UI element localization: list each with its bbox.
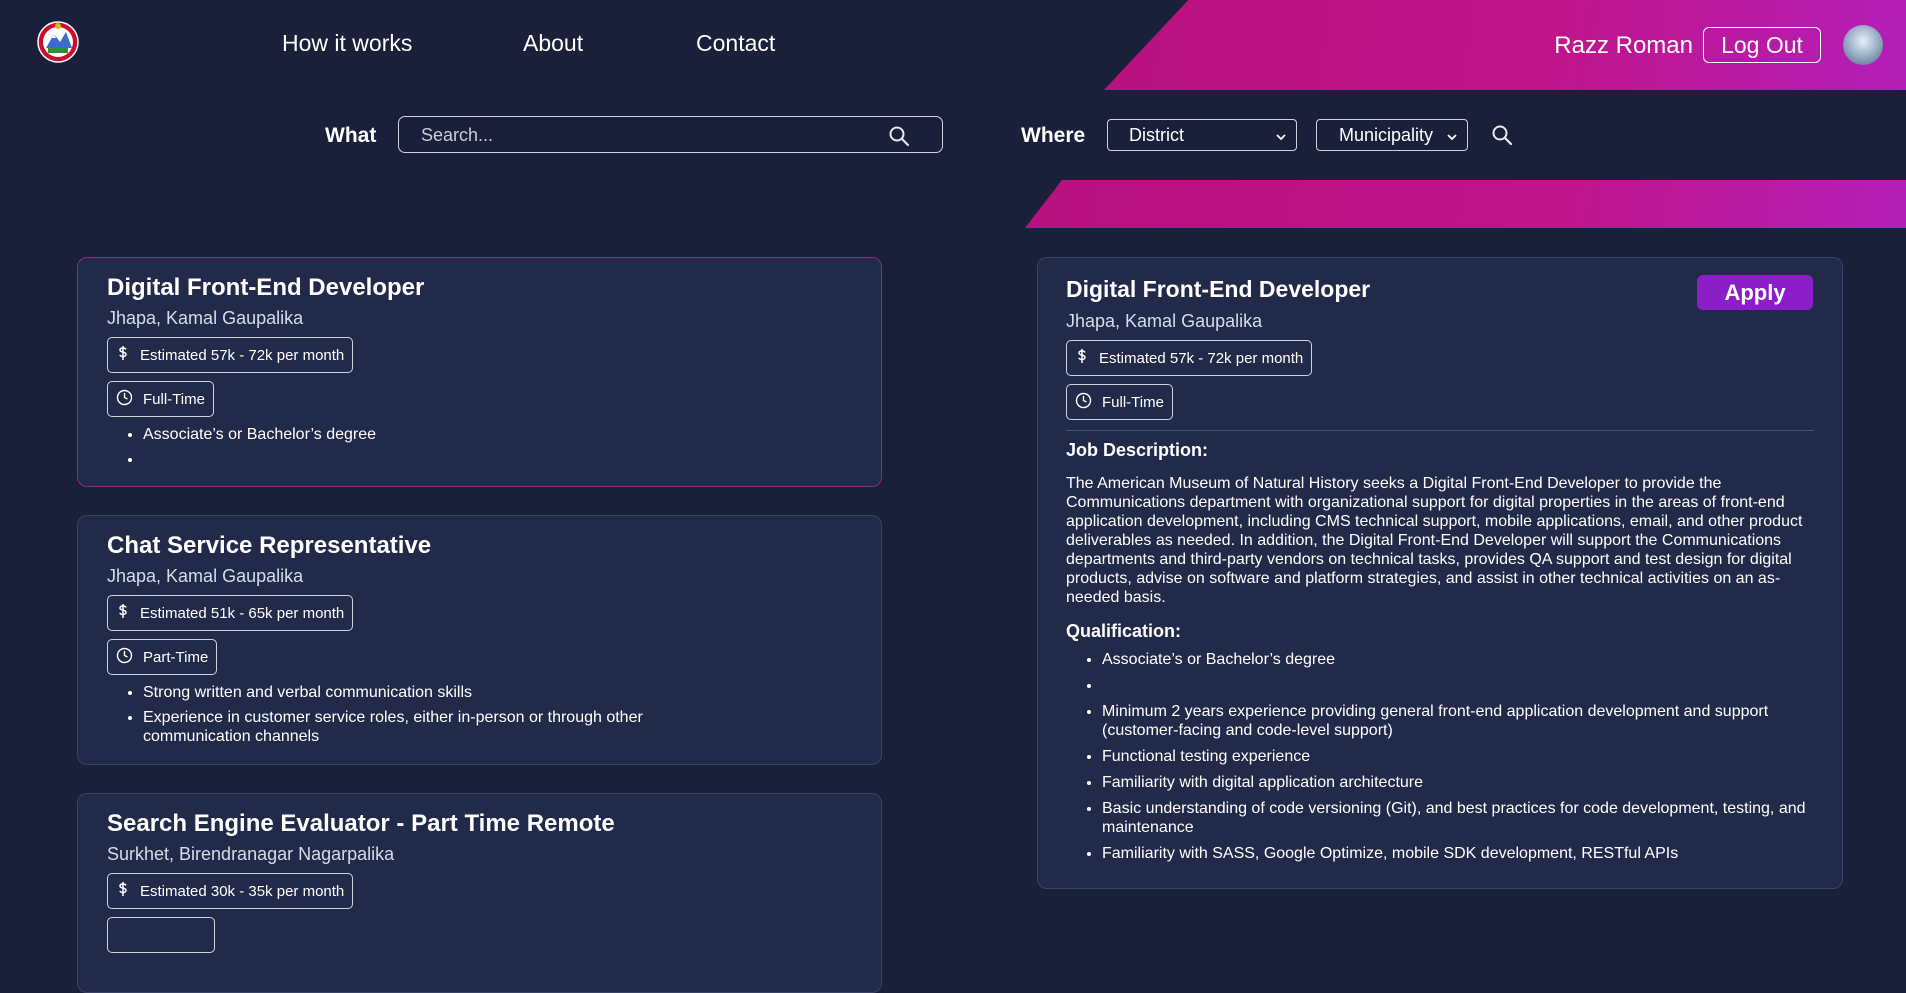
dollar-icon	[116, 345, 130, 365]
job-type-text: Full-Time	[143, 390, 205, 408]
salary-text: Estimated 57k - 72k per month	[140, 346, 345, 364]
job-description-heading: Job Description:	[1066, 440, 1209, 460]
list-item	[143, 450, 852, 469]
where-label: Where	[1021, 124, 1086, 147]
clock-icon	[1075, 392, 1092, 413]
search-box	[398, 116, 943, 154]
salary-tag: Estimated 51k - 65k per month	[107, 595, 354, 631]
qualification-list: Associate’s or Bachelor’s degree	[107, 425, 852, 469]
clock-icon	[116, 647, 133, 668]
chevron-down-icon	[1447, 125, 1457, 146]
job-type-text: Part-Time	[143, 648, 209, 666]
salary-tag: Estimated 30k - 35k per month	[107, 873, 354, 909]
list-item: Experience in customer service roles, ei…	[143, 708, 703, 746]
district-select[interactable]: District	[1107, 119, 1297, 151]
band-decoration	[1025, 180, 1906, 228]
qualification-heading: Qualification:	[1066, 621, 1182, 641]
list-item: Associate’s or Bachelor’s degree	[143, 425, 852, 444]
job-detail-panel: Digital Front-End Developer Apply Jhapa,…	[1037, 257, 1843, 889]
job-location: Surkhet, Birendranagar Nagarpalika	[107, 844, 395, 864]
emblem-logo[interactable]	[36, 18, 80, 66]
list-item: Familiarity with SASS, Google Optimize, …	[1102, 844, 1814, 863]
salary-text: Estimated 51k - 65k per month	[140, 604, 345, 622]
municipality-value: Municipality	[1339, 124, 1434, 145]
job-location: Jhapa, Kamal Gaupalika	[107, 566, 304, 586]
salary-text: Estimated 30k - 35k per month	[140, 882, 345, 900]
list-item: Basic understanding of code versioning (…	[1102, 799, 1814, 837]
municipality-select[interactable]: Municipality	[1316, 119, 1468, 151]
list-item	[1102, 676, 1814, 695]
job-type-tag: Full-Time	[107, 381, 214, 417]
qualification-list: Associate’s or Bachelor’s degree Minimum…	[1066, 650, 1814, 863]
job-title: Search Engine Evaluator - Part Time Remo…	[107, 810, 615, 837]
job-title: Chat Service Representative	[107, 532, 432, 559]
job-description: The American Museum of Natural History s…	[1066, 475, 1803, 606]
detail-location: Jhapa, Kamal Gaupalika	[1066, 311, 1263, 331]
list-item: Familiarity with digital application arc…	[1102, 773, 1814, 792]
salary-tag: Estimated 57k - 72k per month	[1066, 340, 1313, 376]
dollar-icon	[116, 881, 130, 901]
list-item: Associate’s or Bachelor’s degree	[1102, 650, 1814, 669]
dollar-icon	[1075, 348, 1089, 368]
user-name: Razz Roman	[1554, 32, 1693, 59]
job-type-tag	[107, 917, 215, 953]
job-card[interactable]: Digital Front-End Developer Jhapa, Kamal…	[77, 257, 882, 487]
search-input[interactable]	[419, 117, 893, 154]
nav-how-it-works[interactable]: How it works	[282, 30, 412, 57]
job-title: Digital Front-End Developer	[107, 274, 425, 301]
salary-text: Estimated 57k - 72k per month	[1099, 349, 1304, 367]
job-type-tag: Full-Time	[1066, 384, 1173, 420]
clock-icon	[116, 389, 133, 410]
nav-about[interactable]: About	[523, 30, 583, 57]
what-label: What	[325, 124, 377, 147]
divider	[1066, 430, 1814, 431]
dollar-icon	[116, 603, 130, 623]
district-value: District	[1129, 124, 1184, 145]
chevron-down-icon	[1276, 125, 1286, 146]
list-item: Functional testing experience	[1102, 747, 1814, 766]
list-item: Minimum 2 years experience providing gen…	[1102, 702, 1814, 740]
job-card[interactable]: Search Engine Evaluator - Part Time Remo…	[77, 793, 882, 993]
salary-tag: Estimated 57k - 72k per month	[107, 337, 354, 373]
location-search-icon[interactable]	[1491, 124, 1513, 151]
search-icon[interactable]	[888, 125, 910, 152]
job-type-text: Full-Time	[1102, 393, 1164, 411]
logout-button[interactable]: Log Out	[1703, 27, 1821, 63]
list-item: Strong written and verbal communication …	[143, 683, 703, 702]
apply-button[interactable]: Apply	[1697, 275, 1813, 310]
job-type-tag: Part-Time	[107, 639, 218, 675]
job-card[interactable]: Chat Service Representative Jhapa, Kamal…	[77, 515, 882, 765]
job-location: Jhapa, Kamal Gaupalika	[107, 308, 304, 328]
avatar[interactable]	[1843, 25, 1883, 65]
nav-contact[interactable]: Contact	[696, 30, 775, 57]
qualification-list: Strong written and verbal communication …	[107, 683, 703, 746]
